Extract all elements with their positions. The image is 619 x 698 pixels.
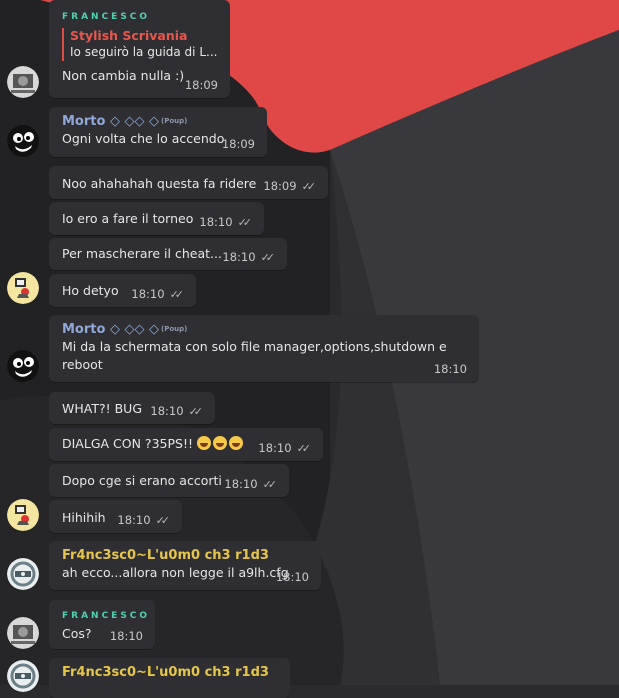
- message-bubble[interactable]: DIALGA CON ?35PS!! 18:10 ✓✓: [49, 428, 323, 461]
- avatar-francesco[interactable]: [7, 66, 39, 98]
- avatar-francesco[interactable]: [7, 617, 39, 649]
- message-bubble[interactable]: Morto ◇ ◇◇ ◇ (Poup) Ogni volta che lo acc…: [49, 107, 267, 157]
- message-bubble[interactable]: Noo ahahahah questa fa ridere 18:09 ✓✓: [49, 166, 328, 199]
- message-time: 18:10: [109, 629, 143, 643]
- sender-name[interactable]: FRANCESCO: [62, 609, 147, 623]
- message-time: 18:09: [263, 179, 297, 193]
- message-text-line-2: reboot: [62, 357, 103, 372]
- message-bubble[interactable]: Per mascherare il cheat... 18:10 ✓✓: [49, 238, 287, 270]
- avatar-fr4nc[interactable]: [7, 558, 39, 590]
- read-check-icon: ✓✓: [296, 441, 312, 455]
- message-bubble[interactable]: Morto ◇ ◇◇ ◇ (Poup) Mi da la schermata co…: [49, 315, 479, 382]
- admin-badge: (Poup): [161, 117, 188, 125]
- laughing-emoji-icon: [196, 436, 211, 450]
- reply-quote[interactable]: Stylish Scrivania Io seguirò la guida di…: [62, 28, 218, 61]
- read-check-icon: ✓✓: [260, 250, 276, 264]
- message-time: 18:10: [222, 250, 256, 264]
- message-bubble[interactable]: Ho detyo 18:10 ✓✓: [49, 274, 196, 307]
- message-text-line-1: Mi da la schermata con solo file manager…: [62, 339, 447, 354]
- laughing-emoji-icon: [212, 436, 227, 450]
- read-check-icon: ✓✓: [262, 477, 278, 491]
- message-time: 18:10: [258, 441, 292, 455]
- message-bubble[interactable]: FRANCESCO Stylish Scrivania Io seguirò l…: [49, 0, 230, 98]
- reply-sender-name: Stylish Scrivania: [70, 28, 188, 43]
- message-time: 18:10: [117, 513, 151, 527]
- sender-name[interactable]: Fr4nc3sc0~L'u0m0 ch3 r1d3: [62, 664, 278, 681]
- read-check-icon: ✓✓: [301, 179, 317, 193]
- message-bubble[interactable]: Fr4nc3sc0~L'u0m0 ch3 r1d3 ah ecco...allo…: [49, 541, 321, 590]
- avatar-user[interactable]: [7, 272, 39, 304]
- read-check-icon: ✓✓: [169, 287, 185, 301]
- message-text: DIALGA CON ?35PS!!: [62, 436, 193, 451]
- message-time: 18:09: [221, 137, 255, 151]
- message-bubble[interactable]: Fr4nc3sc0~L'u0m0 ch3 r1d3: [49, 658, 290, 698]
- read-check-icon: ✓✓: [188, 404, 204, 418]
- message-bubble[interactable]: Hihihih 18:10 ✓✓: [49, 500, 182, 533]
- message-bubble[interactable]: Dopo cge si erano accorti 18:10 ✓✓: [49, 464, 289, 497]
- message-bubble[interactable]: WHAT?! BUG 18:10 ✓✓: [49, 392, 215, 424]
- message-text: ah ecco...allora non legge il a9lh.cfg: [62, 565, 289, 580]
- message-bubble[interactable]: FRANCESCO Cos? 18:10: [49, 600, 155, 649]
- read-check-icon: ✓✓: [155, 513, 171, 527]
- laughing-emoji-icon: [228, 436, 243, 450]
- sender-name[interactable]: Fr4nc3sc0~L'u0m0 ch3 r1d3: [62, 547, 309, 564]
- message-time: 18:10: [199, 215, 233, 229]
- message-time: 18:09: [184, 78, 218, 92]
- admin-badge: (Poup): [161, 325, 188, 333]
- message-bubble[interactable]: Io ero a fare il torneo 18:10 ✓✓: [49, 202, 264, 235]
- avatar-morto[interactable]: [7, 125, 39, 157]
- message-time: 18:10: [150, 404, 184, 418]
- message-time: 18:10: [275, 570, 309, 584]
- read-check-icon: ✓✓: [237, 215, 253, 229]
- sender-name[interactable]: Morto ◇ ◇◇ ◇: [62, 322, 159, 337]
- message-time: 18:10: [224, 477, 258, 491]
- sender-name[interactable]: Morto ◇ ◇◇ ◇: [62, 114, 159, 129]
- message-time: 18:10: [433, 362, 467, 376]
- reply-text: Io seguirò la guida di L...: [70, 45, 218, 59]
- message-time: 18:10: [131, 287, 165, 301]
- avatar-user[interactable]: [7, 499, 39, 531]
- avatar-fr4nc[interactable]: [7, 660, 39, 692]
- avatar-morto[interactable]: [7, 350, 39, 382]
- sender-name[interactable]: FRANCESCO: [62, 10, 218, 24]
